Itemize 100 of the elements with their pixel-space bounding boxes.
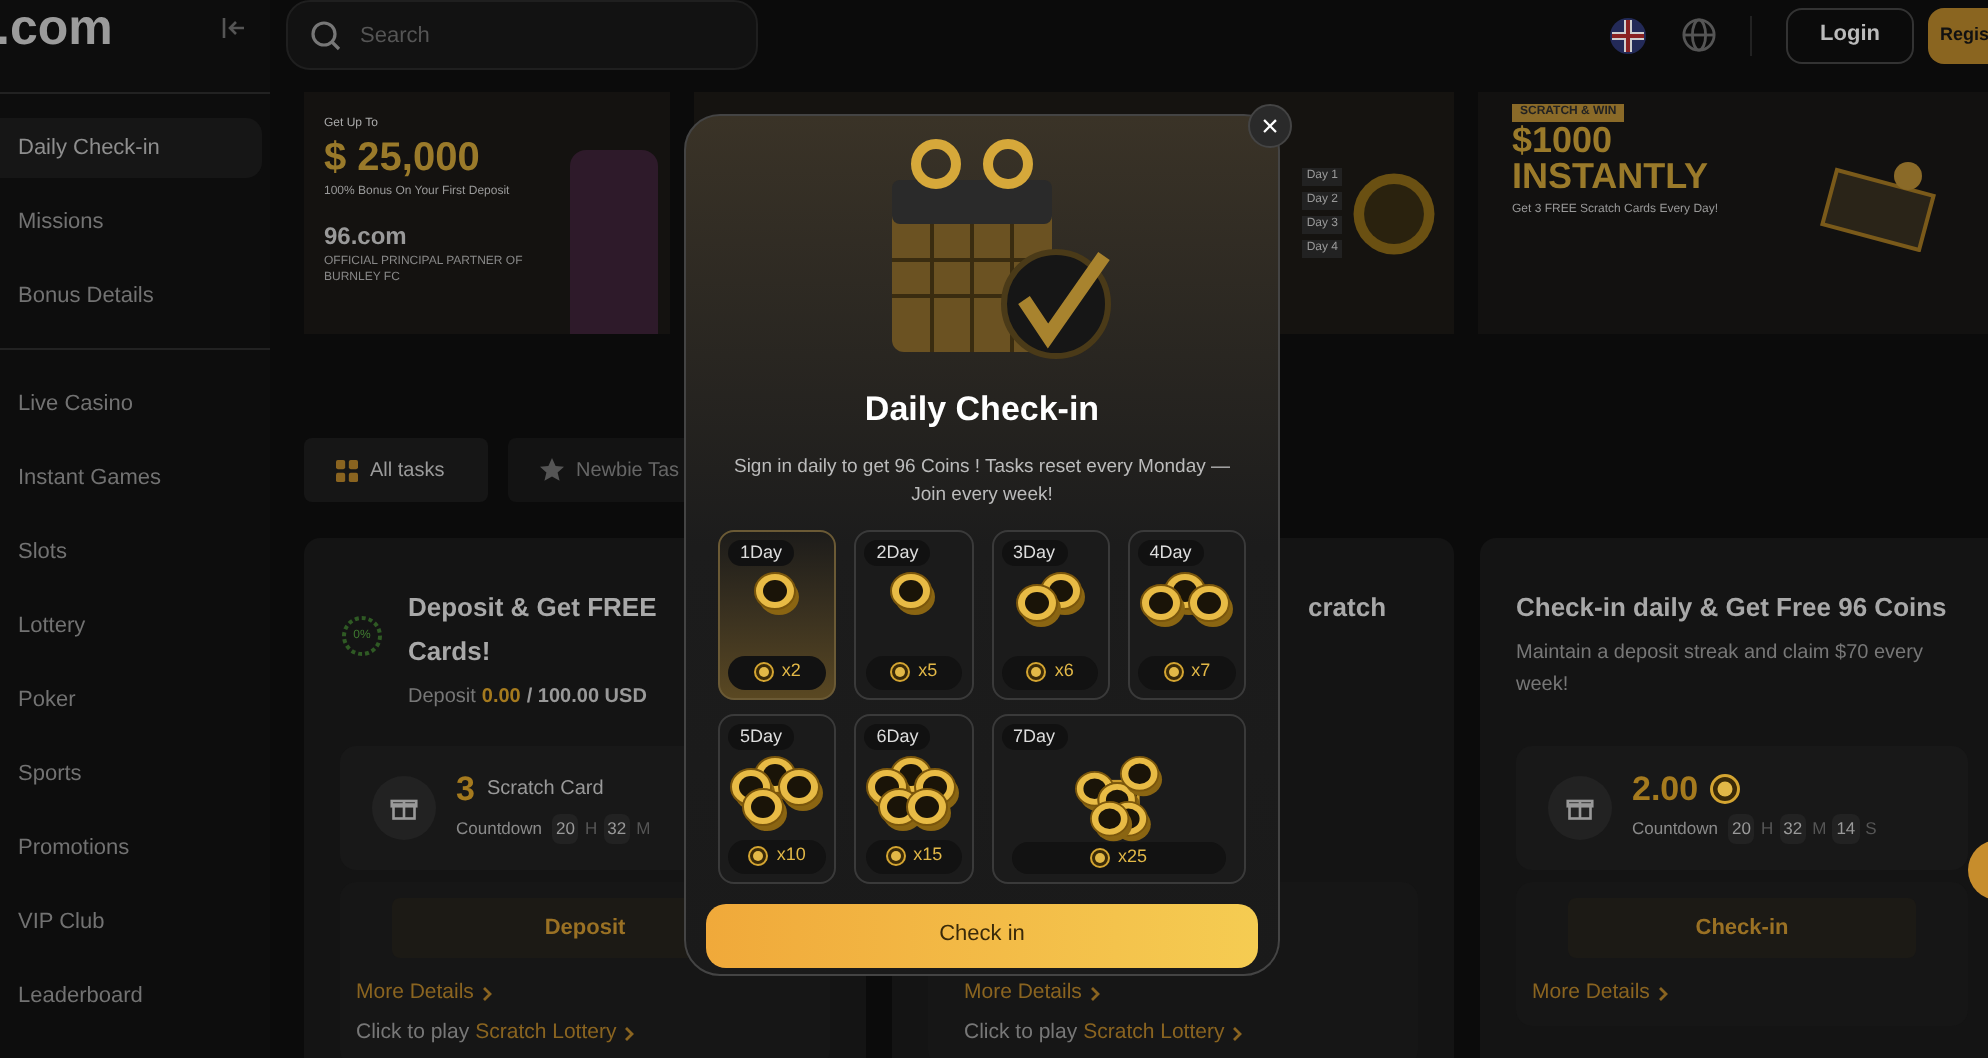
- search-field[interactable]: Search: [286, 0, 758, 70]
- reward-count: x7: [1138, 655, 1236, 689]
- coin-pile-drawing: [866, 755, 961, 831]
- more-details-link[interactable]: More Details: [964, 978, 1402, 1010]
- reward-count: x10: [728, 839, 826, 873]
- chevron-right-icon: [1232, 1025, 1245, 1042]
- reward-unit: Scratch Card: [486, 776, 604, 805]
- more-details-link[interactable]: More Details: [1532, 978, 1952, 1010]
- coin-pile-drawing: [1139, 571, 1234, 627]
- sidebar-item[interactable]: Lottery: [0, 596, 262, 656]
- chevron-right-icon: [1089, 985, 1102, 1002]
- more-details-link[interactable]: More Details: [356, 978, 814, 1010]
- card-title: Deposit & Get FREE Cards!: [408, 590, 659, 670]
- coin-icon: [1089, 847, 1110, 868]
- countdown-value: 32: [1779, 814, 1807, 844]
- globe-icon[interactable]: [1682, 18, 1716, 52]
- coin-icon: [753, 662, 774, 682]
- login-button[interactable]: Login: [1786, 7, 1914, 63]
- reward-count: x25: [1011, 841, 1226, 873]
- banner-headline: INSTANTLY: [1512, 158, 1711, 194]
- countdown-unit: H: [584, 816, 598, 842]
- reward-count: x15: [865, 839, 963, 873]
- reward-amount: 2.00: [1632, 772, 1699, 807]
- countdown-label: Countdown: [1632, 816, 1719, 842]
- scratch-lottery-link[interactable]: Scratch Lottery: [475, 1017, 637, 1049]
- sidebar-item[interactable]: Promotions: [0, 818, 262, 878]
- coin-pile-drawing: [730, 755, 825, 831]
- register-button[interactable]: Regis: [1928, 7, 1988, 63]
- day-label: 2Day: [864, 539, 931, 566]
- coin-icon: [890, 662, 911, 682]
- banner-amount: $1000: [1512, 122, 1615, 158]
- countdown-label: Countdown: [456, 816, 543, 842]
- day-label: 6Day: [864, 723, 931, 750]
- grid-icon: [336, 459, 358, 481]
- day-reward-card[interactable]: 4Day x7: [1127, 529, 1246, 699]
- gift-icon: [372, 776, 436, 840]
- countdown-unit: M: [1812, 816, 1827, 842]
- scratch-lottery-link[interactable]: Scratch Lottery: [1083, 1017, 1245, 1049]
- day-label: 5Day: [728, 723, 795, 750]
- countdown-unit: H: [1760, 816, 1774, 842]
- action-button[interactable]: Check-in: [1568, 898, 1916, 958]
- sidebar-item[interactable]: Sports: [0, 744, 262, 804]
- site-logo: .com: [0, 3, 113, 53]
- deposit-label: Deposit: [408, 684, 476, 712]
- sidebar-item[interactable]: Poker: [0, 670, 262, 730]
- sidebar-item[interactable]: Slots: [0, 522, 262, 582]
- dialog-description: Sign in daily to get 96 Coins ! Tasks reset every Monday — Join every week!: [731, 453, 1232, 509]
- day-reward-card[interactable]: 5Day x10: [718, 713, 837, 883]
- reward-count: x6: [1001, 655, 1099, 689]
- coin-pile-drawing: [1015, 571, 1086, 627]
- play-prompt: Click to play: [356, 1017, 470, 1048]
- coin-pile-drawing: [1071, 755, 1166, 842]
- coin-drawing: [1350, 169, 1438, 257]
- sidebar-item[interactable]: VIP Club: [0, 892, 262, 952]
- deposit-target: / 100.00 USD: [526, 684, 647, 712]
- day-reward-card[interactable]: 3Day x6: [991, 529, 1110, 699]
- reward-count: x5: [865, 655, 963, 689]
- reward-count: x2: [728, 655, 826, 689]
- day-reward-card[interactable]: 7Day x25: [991, 713, 1246, 883]
- search-icon: [310, 20, 342, 52]
- sidebar-item[interactable]: Live Casino: [0, 374, 262, 434]
- coin-icon: [748, 846, 769, 866]
- chevron-right-icon: [624, 1025, 637, 1042]
- countdown-value: 20: [552, 814, 579, 844]
- sidebar-item[interactable]: Missions: [0, 192, 262, 252]
- reward-amount: 3: [456, 772, 475, 807]
- coin-icon: [1163, 662, 1184, 682]
- task-tab[interactable]: All tasks: [304, 438, 488, 502]
- sidebar-item[interactable]: Instant Games: [0, 448, 262, 508]
- chevron-right-icon: [481, 985, 494, 1002]
- countdown-value: 14: [1832, 814, 1860, 844]
- check-in-button[interactable]: Check in: [706, 903, 1258, 967]
- countdown-unit: S: [1865, 816, 1877, 842]
- card-title: cratch: [1308, 590, 1387, 626]
- day-reward-card[interactable]: 1Day x2: [718, 529, 837, 699]
- day-reward-card[interactable]: 6Day x15: [854, 713, 973, 883]
- day-reward-card[interactable]: 2Day x5: [854, 529, 973, 699]
- day-label: 3Day: [1001, 539, 1068, 566]
- sidebar-item[interactable]: Bonus Details: [0, 266, 262, 326]
- gift-icon: [1548, 776, 1612, 840]
- sidebar-item[interactable]: Leaderboard: [0, 966, 262, 1026]
- coin-icon: [1710, 774, 1741, 805]
- play-prompt: Click to play: [964, 1017, 1078, 1048]
- star-icon: [540, 458, 564, 482]
- card-description: Maintain a deposit streak and claim $70 every week!: [1516, 640, 1925, 700]
- banner-amount: $ 25,000: [324, 134, 482, 184]
- countdown-unit: M: [636, 816, 651, 842]
- day-label: 7Day: [1001, 723, 1068, 750]
- deposit-amount: 0.00: [481, 684, 521, 712]
- coin-pile-drawing: [754, 571, 801, 615]
- progress-ring: [340, 614, 384, 658]
- countdown-value: 20: [1728, 814, 1755, 844]
- collapse-icon[interactable]: [222, 16, 246, 40]
- countdown-value: 32: [603, 814, 631, 844]
- chevron-right-icon: [1657, 985, 1670, 1002]
- coin-icon: [885, 846, 906, 866]
- flag-icon[interactable]: [1610, 17, 1646, 53]
- sidebar-item[interactable]: Daily Check-in: [0, 118, 262, 178]
- coin-pile-drawing: [890, 571, 937, 615]
- day-label: 4Day: [1137, 539, 1204, 566]
